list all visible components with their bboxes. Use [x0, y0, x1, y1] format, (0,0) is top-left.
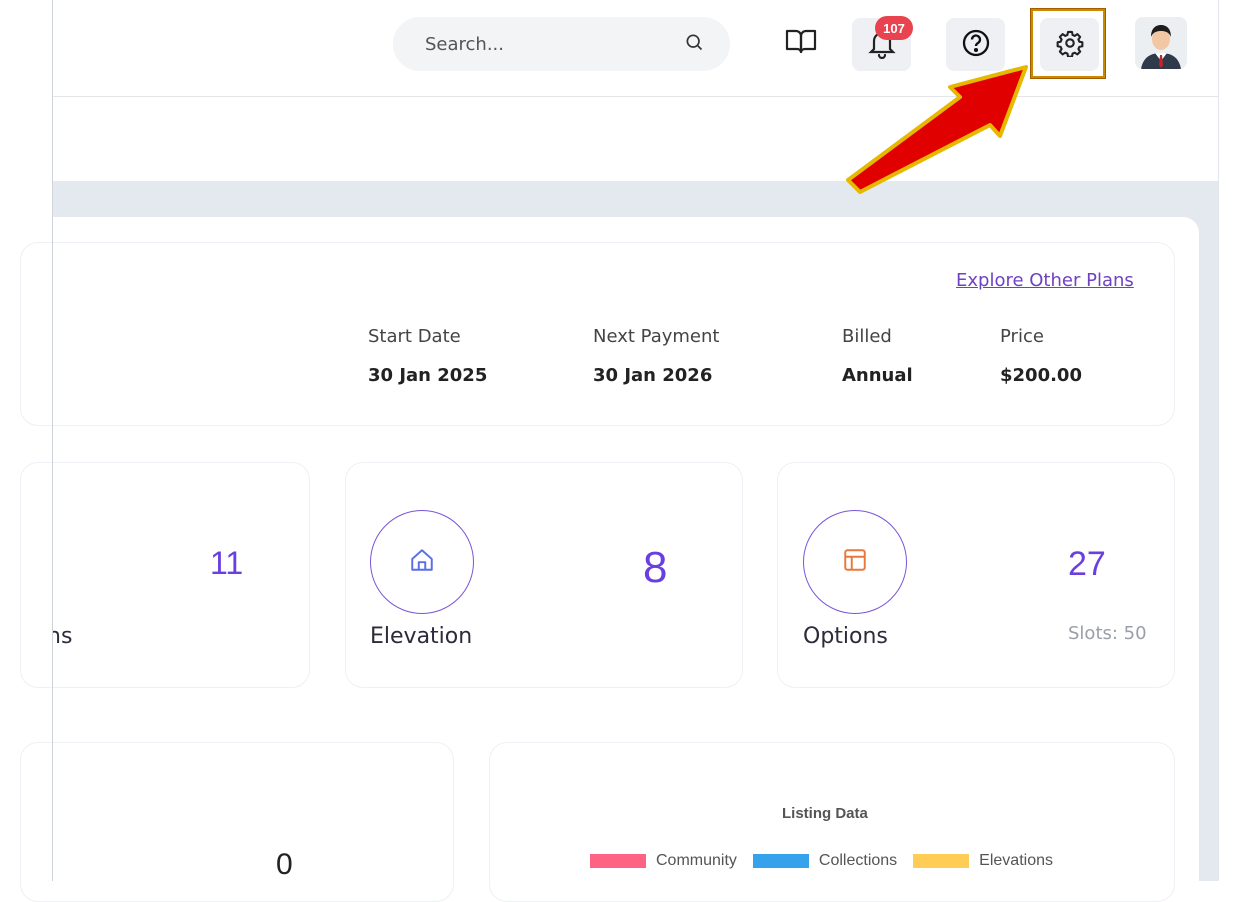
start-date-label: Start Date	[368, 326, 461, 347]
help-icon	[961, 28, 991, 62]
book-icon	[784, 26, 818, 60]
content-right-edge	[1218, 0, 1219, 881]
price-value: $200.00	[1000, 365, 1082, 386]
next-payment-label: Next Payment	[593, 326, 720, 347]
start-date-column: Start Date 30 Jan 2025	[368, 326, 487, 386]
options-slots: Slots: 50	[1068, 623, 1147, 644]
legend-item-elevations[interactable]: Elevations	[913, 852, 1053, 870]
notification-count-badge: 107	[875, 16, 913, 40]
legend-label: Elevations	[979, 852, 1053, 869]
options-count: 27	[1068, 545, 1106, 583]
next-payment-value: 30 Jan 2026	[593, 365, 713, 386]
next-payment-column: Next Payment 30 Jan 2026	[593, 326, 719, 386]
settings-highlight-box	[1030, 8, 1106, 79]
stat-label: ns	[53, 624, 73, 649]
price-label: Price	[1000, 326, 1044, 347]
legend-label: Community	[656, 852, 737, 869]
search-box[interactable]	[393, 17, 730, 71]
chart-title: Listing Data	[782, 805, 868, 822]
bottom-left-value: 0	[276, 848, 293, 881]
elevation-count: 8	[643, 543, 668, 592]
stat-value: 11	[210, 545, 244, 581]
options-icon-circle	[803, 510, 907, 614]
billed-column: Billed Annual	[842, 326, 913, 386]
legend-swatch	[913, 854, 970, 868]
elevation-icon-circle	[370, 510, 474, 614]
explore-other-plans-link[interactable]: Explore Other Plans	[956, 270, 1134, 291]
price-column: Price $200.00	[1000, 326, 1082, 386]
options-label: Options	[803, 624, 888, 649]
user-avatar[interactable]	[1135, 17, 1187, 69]
help-button[interactable]	[946, 18, 1005, 71]
search-icon[interactable]	[684, 32, 704, 56]
search-input[interactable]	[423, 32, 667, 56]
billed-label: Billed	[842, 326, 892, 347]
legend-swatch	[590, 854, 646, 868]
bottom-left-card	[20, 742, 454, 902]
listing-data-chart-card	[489, 742, 1175, 902]
layout-icon	[842, 547, 868, 577]
start-date-value: 30 Jan 2025	[368, 365, 488, 386]
chart-legend: Community Collections Elevations	[590, 852, 1053, 870]
legend-item-community[interactable]: Community	[590, 852, 737, 870]
docs-button[interactable]	[780, 22, 822, 64]
billed-value: Annual	[842, 365, 913, 386]
legend-item-collections[interactable]: Collections	[752, 852, 898, 870]
home-icon	[409, 547, 435, 577]
stat-card-first	[20, 462, 310, 688]
legend-label: Collections	[818, 852, 898, 869]
legend-swatch	[752, 854, 809, 868]
elevation-label: Elevation	[370, 624, 473, 649]
content-left-edge	[52, 0, 53, 881]
